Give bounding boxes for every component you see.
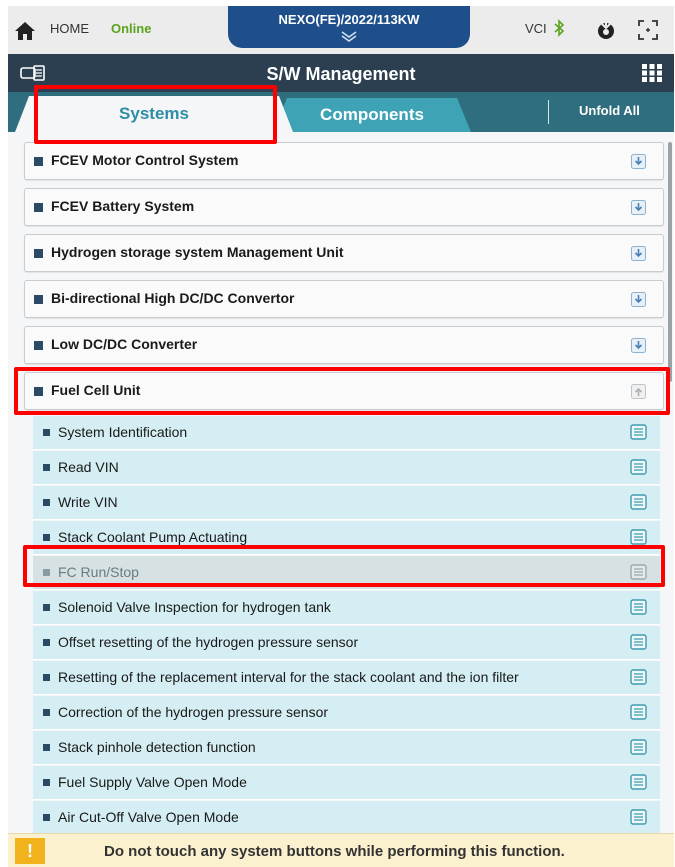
function-label: Fuel Supply Valve Open Mode	[58, 774, 247, 790]
bullet-icon	[43, 814, 50, 821]
function-label: Correction of the hydrogen pressure sens…	[58, 704, 329, 720]
function-label: Offset resetting of the hydrogen pressur…	[58, 634, 359, 650]
bullet-icon	[34, 249, 43, 258]
document-icon[interactable]	[630, 809, 647, 825]
expand-icon[interactable]	[631, 246, 646, 261]
top-bar: HOME Online NEXO(FE)/2022/113KW VCI	[8, 6, 674, 54]
document-icon[interactable]	[630, 704, 647, 720]
function-label: Stack Coolant Pump Actuating	[58, 529, 248, 545]
system-label: FCEV Battery System	[51, 198, 195, 214]
function-item[interactable]: Air Cut-Off Valve Open Mode	[33, 801, 660, 835]
highlight-box-fuel-cell-unit	[14, 367, 670, 415]
function-item[interactable]: Fuel Supply Valve Open Mode	[33, 766, 660, 800]
expand-icon[interactable]	[631, 292, 646, 307]
function-item[interactable]: Read VIN	[33, 451, 660, 485]
document-icon[interactable]	[630, 424, 647, 440]
warning-message: Do not touch any system buttons while pe…	[104, 843, 565, 860]
highlight-box-fc-run-stop	[23, 545, 665, 587]
system-item[interactable]: FCEV Motor Control System	[24, 142, 664, 180]
document-icon[interactable]	[630, 529, 647, 545]
bullet-icon	[34, 203, 43, 212]
expand-icon[interactable]	[631, 154, 646, 169]
chevron-down-icon	[341, 31, 357, 42]
bullet-icon	[34, 341, 43, 350]
document-icon[interactable]	[630, 634, 647, 650]
bullet-icon	[43, 779, 50, 786]
function-label: Air Cut-Off Valve Open Mode	[58, 809, 239, 825]
system-label: Hydrogen storage system Management Unit	[51, 244, 344, 260]
grid-menu-icon[interactable]	[641, 63, 663, 83]
expand-icon[interactable]	[631, 200, 646, 215]
warning-bar: ! Do not touch any system buttons while …	[8, 833, 674, 867]
document-icon[interactable]	[630, 739, 647, 755]
function-label: System Identification	[58, 424, 188, 440]
vehicle-title: NEXO(FE)/2022/113KW	[278, 12, 420, 27]
fullscreen-icon[interactable]	[636, 18, 660, 42]
app-window: HOME Online NEXO(FE)/2022/113KW VCI S/W …	[8, 6, 674, 867]
system-item[interactable]: Bi-directional High DC/DC Convertor	[24, 280, 664, 318]
function-label: Stack pinhole detection function	[58, 739, 256, 755]
bullet-icon	[43, 499, 50, 506]
bullet-icon	[43, 429, 50, 436]
document-icon[interactable]	[630, 459, 647, 475]
home-link[interactable]: HOME	[50, 21, 89, 36]
function-item[interactable]: Stack pinhole detection function	[33, 731, 660, 765]
function-item[interactable]: Correction of the hydrogen pressure sens…	[33, 696, 660, 730]
bullet-icon	[43, 464, 50, 471]
expand-icon[interactable]	[631, 338, 646, 353]
warning-symbol: !	[27, 841, 33, 861]
bullet-icon	[43, 674, 50, 681]
bullet-icon	[43, 709, 50, 716]
function-item[interactable]: Write VIN	[33, 486, 660, 520]
function-label: Read VIN	[58, 459, 119, 475]
function-label: Resetting of the replacement interval fo…	[58, 669, 519, 685]
highlight-box-systems-tab	[34, 85, 277, 144]
vehicle-selector[interactable]: NEXO(FE)/2022/113KW	[228, 6, 470, 48]
tab-divider	[548, 100, 549, 124]
document-icon[interactable]	[630, 599, 647, 615]
unfold-all-button[interactable]: Unfold All	[579, 103, 640, 118]
document-icon[interactable]	[630, 774, 647, 790]
function-label: Solenoid Valve Inspection for hydrogen t…	[58, 599, 331, 615]
page-title: S/W Management	[266, 64, 416, 84]
connection-status: Online	[111, 21, 152, 36]
scrollbar[interactable]	[668, 142, 672, 382]
system-item[interactable]: FCEV Battery System	[24, 188, 664, 226]
function-item[interactable]: Offset resetting of the hydrogen pressur…	[33, 626, 660, 660]
vehicle-update-icon[interactable]	[594, 18, 618, 42]
bullet-icon	[34, 295, 43, 304]
function-item[interactable]: System Identification	[33, 416, 660, 450]
system-label: Low DC/DC Converter	[51, 336, 198, 352]
function-item[interactable]: Resetting of the replacement interval fo…	[33, 661, 660, 695]
bullet-icon	[43, 744, 50, 751]
document-icon[interactable]	[630, 494, 647, 510]
bluetooth-icon	[554, 19, 565, 37]
bullet-icon	[43, 604, 50, 611]
bullet-icon	[43, 639, 50, 646]
vci-label: VCI	[525, 21, 547, 36]
bullet-icon	[43, 534, 50, 541]
warning-icon: !	[15, 838, 45, 864]
function-item[interactable]: Solenoid Valve Inspection for hydrogen t…	[33, 591, 660, 625]
system-label: FCEV Motor Control System	[51, 152, 239, 168]
bullet-icon	[34, 157, 43, 166]
document-icon[interactable]	[630, 669, 647, 685]
function-label: Write VIN	[58, 494, 118, 510]
home-icon[interactable]	[14, 20, 36, 42]
tab-components[interactable]: Components	[273, 98, 471, 132]
system-label: Bi-directional High DC/DC Convertor	[51, 290, 295, 306]
system-item[interactable]: Hydrogen storage system Management Unit	[24, 234, 664, 272]
system-item[interactable]: Low DC/DC Converter	[24, 326, 664, 364]
